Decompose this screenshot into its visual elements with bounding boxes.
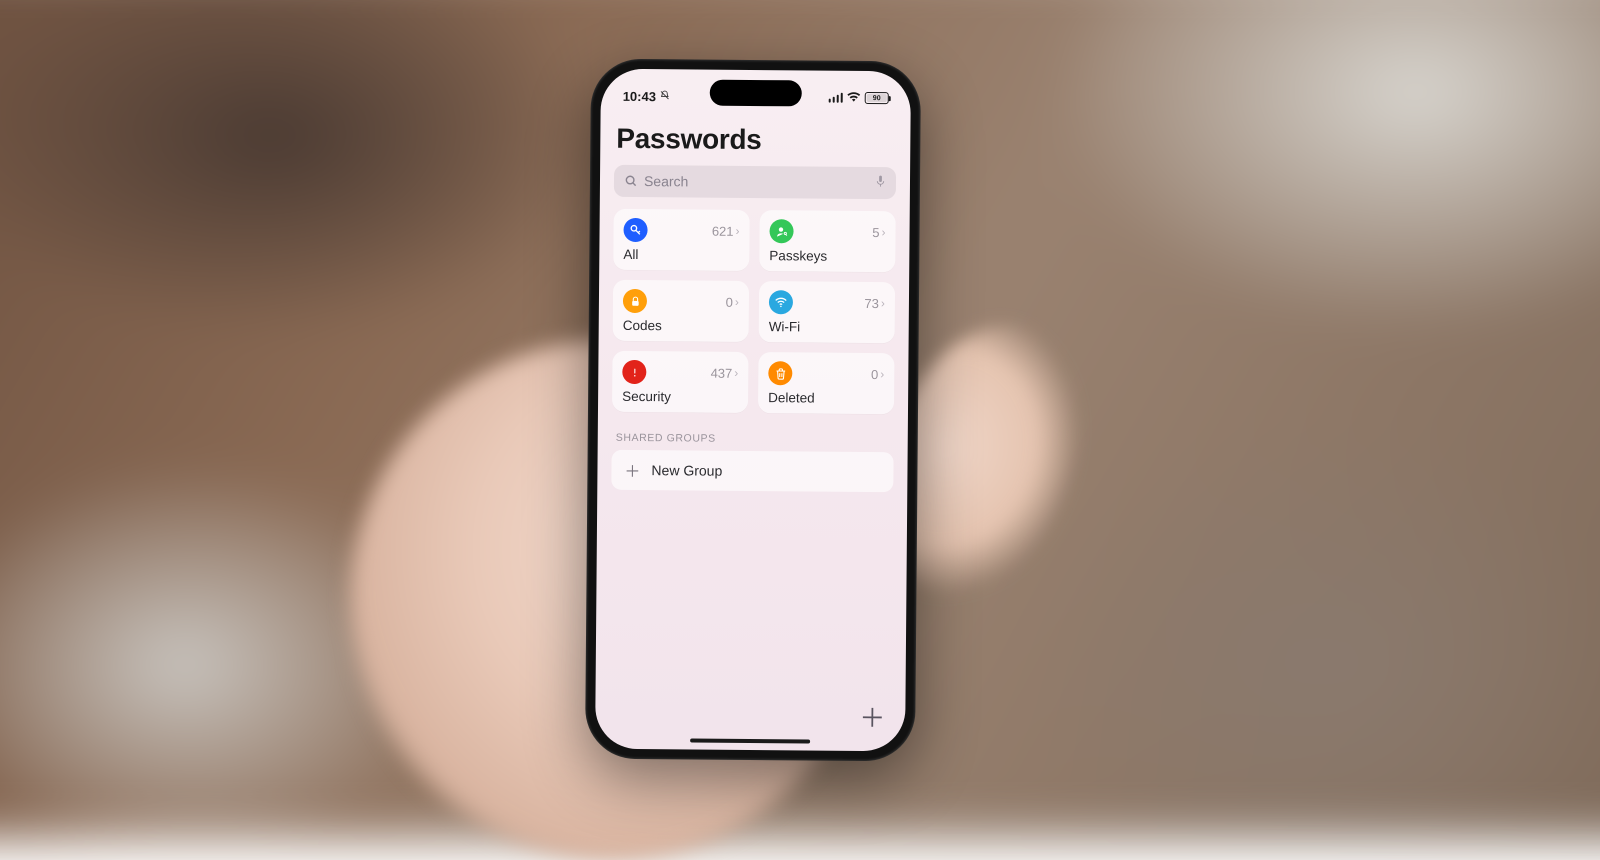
tile-all-label: All <box>623 247 739 263</box>
person-key-icon <box>769 219 793 243</box>
chevron-right-icon: › <box>881 225 885 239</box>
tile-passkeys[interactable]: 5› Passkeys <box>759 210 896 272</box>
dynamic-island <box>710 80 802 107</box>
tile-security-count: 437 <box>711 365 733 380</box>
battery-level: 90 <box>873 95 881 102</box>
cellular-icon <box>828 93 843 103</box>
chevron-right-icon: › <box>735 295 739 309</box>
add-button[interactable]: ＋ <box>857 701 887 731</box>
home-indicator[interactable] <box>690 738 810 743</box>
tile-deleted[interactable]: 0› Deleted <box>758 352 895 414</box>
tile-wifi-label: Wi-Fi <box>769 319 885 335</box>
tile-passkeys-label: Passkeys <box>769 248 885 264</box>
tile-passkeys-count: 5 <box>872 225 879 240</box>
status-time: 10:43 <box>623 88 656 103</box>
chevron-right-icon: › <box>880 367 884 381</box>
key-icon <box>623 218 647 242</box>
wifi-icon <box>769 290 793 314</box>
mic-icon[interactable] <box>875 174 886 193</box>
tile-all-count: 621 <box>712 223 734 238</box>
page-title: Passwords <box>616 123 894 157</box>
chevron-right-icon: › <box>734 366 738 380</box>
tile-codes-count: 0 <box>726 294 733 309</box>
tile-deleted-count: 0 <box>871 367 878 382</box>
tile-security-label: Security <box>622 389 738 405</box>
battery-icon: 90 <box>865 92 889 104</box>
search-icon <box>624 174 638 188</box>
tile-codes[interactable]: 0› Codes <box>613 280 750 342</box>
silent-icon <box>660 90 670 103</box>
tile-deleted-label: Deleted <box>768 390 884 406</box>
tile-wifi[interactable]: 73› Wi-Fi <box>759 281 896 343</box>
new-group-button[interactable]: ＋ New Group <box>611 450 893 492</box>
wifi-status-icon <box>847 91 861 105</box>
phone-screen: 10:43 <box>595 69 911 752</box>
category-grid: 621› All 5› Passkeys <box>612 209 896 414</box>
new-group-label: New Group <box>651 462 722 479</box>
chevron-right-icon: › <box>736 224 740 238</box>
chevron-right-icon: › <box>881 296 885 310</box>
lock-clock-icon <box>623 289 647 313</box>
shared-groups-header: SHARED GROUPS <box>616 432 890 446</box>
tile-wifi-count: 73 <box>864 295 879 310</box>
alert-icon <box>622 360 646 384</box>
plus-icon: ＋ <box>623 461 641 479</box>
search-input[interactable]: Search <box>614 165 896 199</box>
trash-icon <box>768 361 792 385</box>
tile-security[interactable]: 437› Security <box>612 351 749 413</box>
search-placeholder: Search <box>644 173 869 191</box>
tile-all[interactable]: 621› All <box>613 209 750 271</box>
phone-frame: 10:43 <box>585 59 921 762</box>
tile-codes-label: Codes <box>623 318 739 334</box>
